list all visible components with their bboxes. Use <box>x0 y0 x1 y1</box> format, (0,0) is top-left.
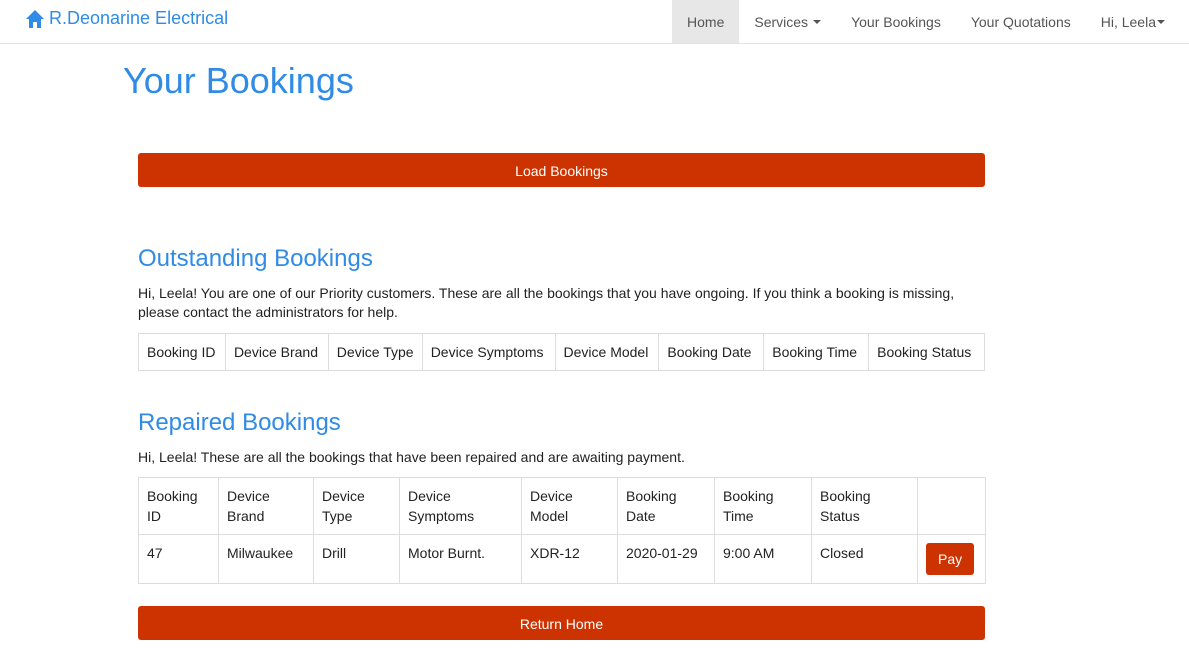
col-action <box>917 477 986 535</box>
nav-services-dropdown[interactable]: Services <box>739 0 836 43</box>
col-booking-time: Booking Time <box>763 333 870 371</box>
cell-device-symptoms: Motor Burnt. <box>399 534 522 584</box>
home-icon <box>25 9 45 29</box>
table-header-row: Booking ID Device Brand Device Type Devi… <box>138 477 986 535</box>
col-device-brand: Device Brand <box>218 477 314 535</box>
outstanding-bookings-text: Hi, Leela! You are one of our Priority c… <box>138 285 955 320</box>
cell-device-model: XDR-12 <box>521 534 618 584</box>
pay-button[interactable]: Pay <box>926 543 975 575</box>
brand-name: R.Deonarine Electrical <box>49 8 229 28</box>
col-device-model: Device Model <box>554 333 660 371</box>
col-device-type: Device Type <box>313 477 400 535</box>
chevron-down-icon <box>1157 19 1165 24</box>
main-nav: Home Services Your Bookings Your Quotati… <box>672 0 1189 43</box>
table-row: 47 Milwaukee Drill Motor Burnt. XDR-12 2… <box>138 534 986 584</box>
col-device-symptoms: Device Symptoms <box>421 333 556 371</box>
col-booking-id: Booking ID <box>138 333 226 371</box>
repaired-bookings-table: Booking ID Device Brand Device Type Devi… <box>138 477 986 584</box>
cell-booking-time: 9:00 AM <box>714 534 812 584</box>
nav-services-label: Services <box>754 13 809 30</box>
outstanding-bookings-title: Outstanding Bookings <box>138 245 373 272</box>
nav-your-quotations-label: Your Quotations <box>970 13 1071 30</box>
cell-device-type: Drill <box>313 534 400 584</box>
nav-your-bookings-label: Your Bookings <box>851 13 941 30</box>
col-booking-status: Booking Status <box>811 477 918 535</box>
nav-user-label: Hi, Leela <box>1100 13 1156 30</box>
brand-link[interactable]: R.Deonarine Electrical <box>25 8 228 29</box>
col-booking-id: Booking ID <box>138 477 219 535</box>
navbar: R.Deonarine Electrical Home Services You… <box>0 0 1189 44</box>
col-device-type: Device Type <box>327 333 423 371</box>
cell-booking-status: Closed <box>811 534 918 584</box>
col-device-symptoms: Device Symptoms <box>399 477 522 535</box>
return-home-button[interactable]: Return Home <box>138 606 985 640</box>
col-booking-date: Booking Date <box>617 477 715 535</box>
nav-your-quotations[interactable]: Your Quotations <box>956 0 1086 43</box>
nav-home-label: Home <box>687 13 725 30</box>
col-device-model: Device Model <box>521 477 618 535</box>
cell-booking-id: 47 <box>138 534 219 584</box>
cell-device-brand: Milwaukee <box>218 534 314 584</box>
nav-user-dropdown[interactable]: Hi, Leela <box>1086 0 1189 43</box>
repaired-bookings-title: Repaired Bookings <box>138 409 341 436</box>
page-title: Your Bookings <box>123 60 354 101</box>
cell-booking-date: 2020-01-29 <box>617 534 715 584</box>
col-booking-time: Booking Time <box>714 477 812 535</box>
cell-action: Pay <box>917 534 986 584</box>
repaired-bookings-text: Hi, Leela! These are all the bookings th… <box>138 449 685 465</box>
nav-home[interactable]: Home <box>672 0 740 43</box>
outstanding-bookings-table: Booking ID Device Brand Device Type Devi… <box>138 333 985 371</box>
table-header-row: Booking ID Device Brand Device Type Devi… <box>138 333 985 371</box>
col-booking-date: Booking Date <box>658 333 765 371</box>
chevron-down-icon <box>813 19 822 24</box>
load-bookings-button[interactable]: Load Bookings <box>138 153 985 187</box>
col-booking-status: Booking Status <box>868 333 985 371</box>
col-device-brand: Device Brand <box>224 333 329 371</box>
nav-your-bookings[interactable]: Your Bookings <box>836 0 956 43</box>
